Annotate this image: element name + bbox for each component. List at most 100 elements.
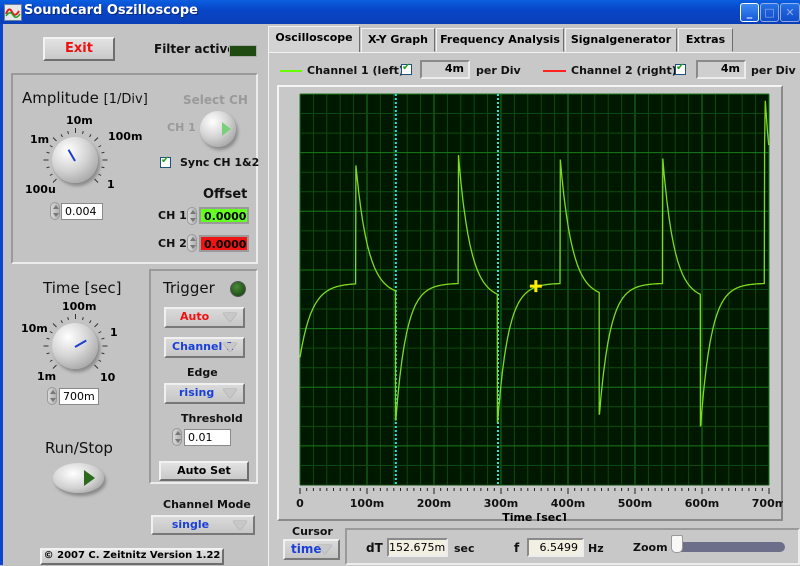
x-axis-tick-label: 400m [551,497,585,510]
dt-value: 152.675m [387,538,448,557]
ch1-legend-line [280,70,302,72]
x-axis-tick-label: 300m [484,497,518,510]
ch2-per-div-label: per Div [751,64,796,77]
offset-title: Offset [203,187,248,202]
oscilloscope-graph[interactable]: 0 100m 200m 300m 400m 500m 600m 700m Time [sec] [277,85,783,521]
tab-frequency-analysis[interactable]: Frequency Analysis [436,28,564,52]
tab-xy-graph[interactable]: X-Y Graph [361,28,435,52]
edge-label: Edge [187,366,218,379]
close-button[interactable]: ✕ [780,3,800,22]
close-icon: ✕ [785,6,795,19]
trigger-mode-select[interactable]: Auto [164,307,245,328]
ch2-enable-checkbox[interactable] [675,62,686,75]
edge-select[interactable]: rising [164,383,245,404]
ch1-enable-checkbox[interactable] [401,62,412,75]
dial-scale-label: 10 [100,371,116,384]
threshold-input[interactable]: 0.01 [184,429,231,446]
play-icon [84,470,95,486]
offset-ch2-label: CH 2 [158,237,187,250]
f-value: 6.5499 [527,538,584,557]
chevron-down-icon [223,389,237,398]
dial-knob[interactable] [52,323,98,369]
amplitude-title: Amplitude [1/Div] [22,89,148,107]
run-stop-label: Run/Stop [45,439,113,457]
filter-active-label: Filter active [154,42,236,56]
select-ch-label: Select CH [183,93,248,107]
x-axis-tick-label: 100m [350,497,384,510]
offset-ch1-input[interactable]: 0.0000 [199,207,249,224]
sync-label: Sync CH 1&2 [180,156,260,169]
dial-tick [102,345,108,347]
amplitude-input[interactable]: 0.004 [61,203,103,220]
x-axis: 0 100m 200m 300m 400m 500m 600m 700m [296,488,783,510]
zoom-slider-thumb[interactable] [671,535,683,553]
dt-label: dT [366,541,383,555]
dial-needle [74,339,87,348]
amplitude-spinner[interactable] [50,202,60,220]
channel-mode-select[interactable]: single [151,515,255,535]
copyright-banner: © 2007 C. Zeitnitz Version 1.22 [40,548,224,565]
dial-tick [43,159,49,161]
dial-scale-label: 100m [108,130,143,143]
dial-scale-label: 1 [107,178,115,191]
x-axis-label: Time [sec] [502,511,567,521]
threshold-spinner[interactable] [172,428,182,446]
dial-scale-label: 10m [66,114,93,127]
ch1-per-div-label: per Div [476,64,521,77]
channel-mode-label: Channel Mode [163,498,251,511]
offset-ch2-input[interactable]: 0.0000 [199,235,249,252]
ch1-per-div-value: 4m [420,60,470,79]
sync-checkbox[interactable] [160,155,171,168]
dial-needle [67,149,76,162]
x-axis-tick-label: 0 [296,497,304,510]
x-axis-tick-label: 200m [417,497,451,510]
tab-extras[interactable]: Extras [678,28,733,52]
trigger-led [230,281,246,297]
exit-label: Exit [65,41,93,56]
maximize-button[interactable]: □ [760,3,779,22]
ch1-label: Channel 1 (left) [307,64,404,77]
select-ch-toggle[interactable] [200,111,236,147]
offset-ch1-spinner[interactable] [187,207,197,225]
dial-scale-label: 10m [21,322,48,335]
x-axis-tick-label: 600m [685,497,719,510]
x-axis-tick-label: 500m [618,497,652,510]
tab-signalgenerator[interactable]: Signalgenerator [565,28,677,52]
chevron-down-icon [223,343,237,352]
minimize-button[interactable]: _ [740,3,759,22]
dial-tick [75,314,76,319]
f-unit: Hz [588,542,604,555]
time-spinner[interactable] [47,387,57,405]
dial-tick [75,128,76,133]
chevron-down-icon [223,313,237,322]
maximize-icon: □ [764,6,775,19]
x-axis-tick-label: 700m [752,497,783,510]
f-label: f [514,541,520,555]
cursor-mode-select[interactable]: time [283,539,340,560]
window-border [0,24,3,565]
trigger-channel-select[interactable]: Channel 1 [164,337,245,358]
ch2-label: Channel 2 (right) [571,64,677,77]
time-input[interactable]: 700m [59,388,99,405]
play-arrow-icon [222,122,231,136]
dt-unit: sec [454,542,475,555]
ch2-legend-line [543,70,566,72]
minimize-icon: _ [746,6,753,19]
offset-ch2-spinner[interactable] [187,234,197,252]
auto-set-button[interactable]: Auto Set [159,461,249,481]
zoom-label: Zoom [633,541,668,554]
tab-oscilloscope[interactable]: Oscilloscope [268,26,360,53]
zoom-slider[interactable] [671,535,785,553]
dial-knob[interactable] [52,137,98,183]
dial-scale-label: 100m [62,300,97,313]
title-bar: Soundcard Oszilloscope _ □ ✕ [0,0,800,24]
filter-active-led [229,45,257,57]
window-title: Soundcard Oszilloscope [24,3,198,18]
exit-button[interactable]: Exit [43,37,115,61]
trigger-title: Trigger [163,279,215,297]
app-icon [4,4,22,21]
time-title: Time [sec] [43,279,122,297]
run-stop-button[interactable] [53,463,104,493]
dial-tick [43,345,49,347]
dial-scale-label: 1 [110,326,118,339]
